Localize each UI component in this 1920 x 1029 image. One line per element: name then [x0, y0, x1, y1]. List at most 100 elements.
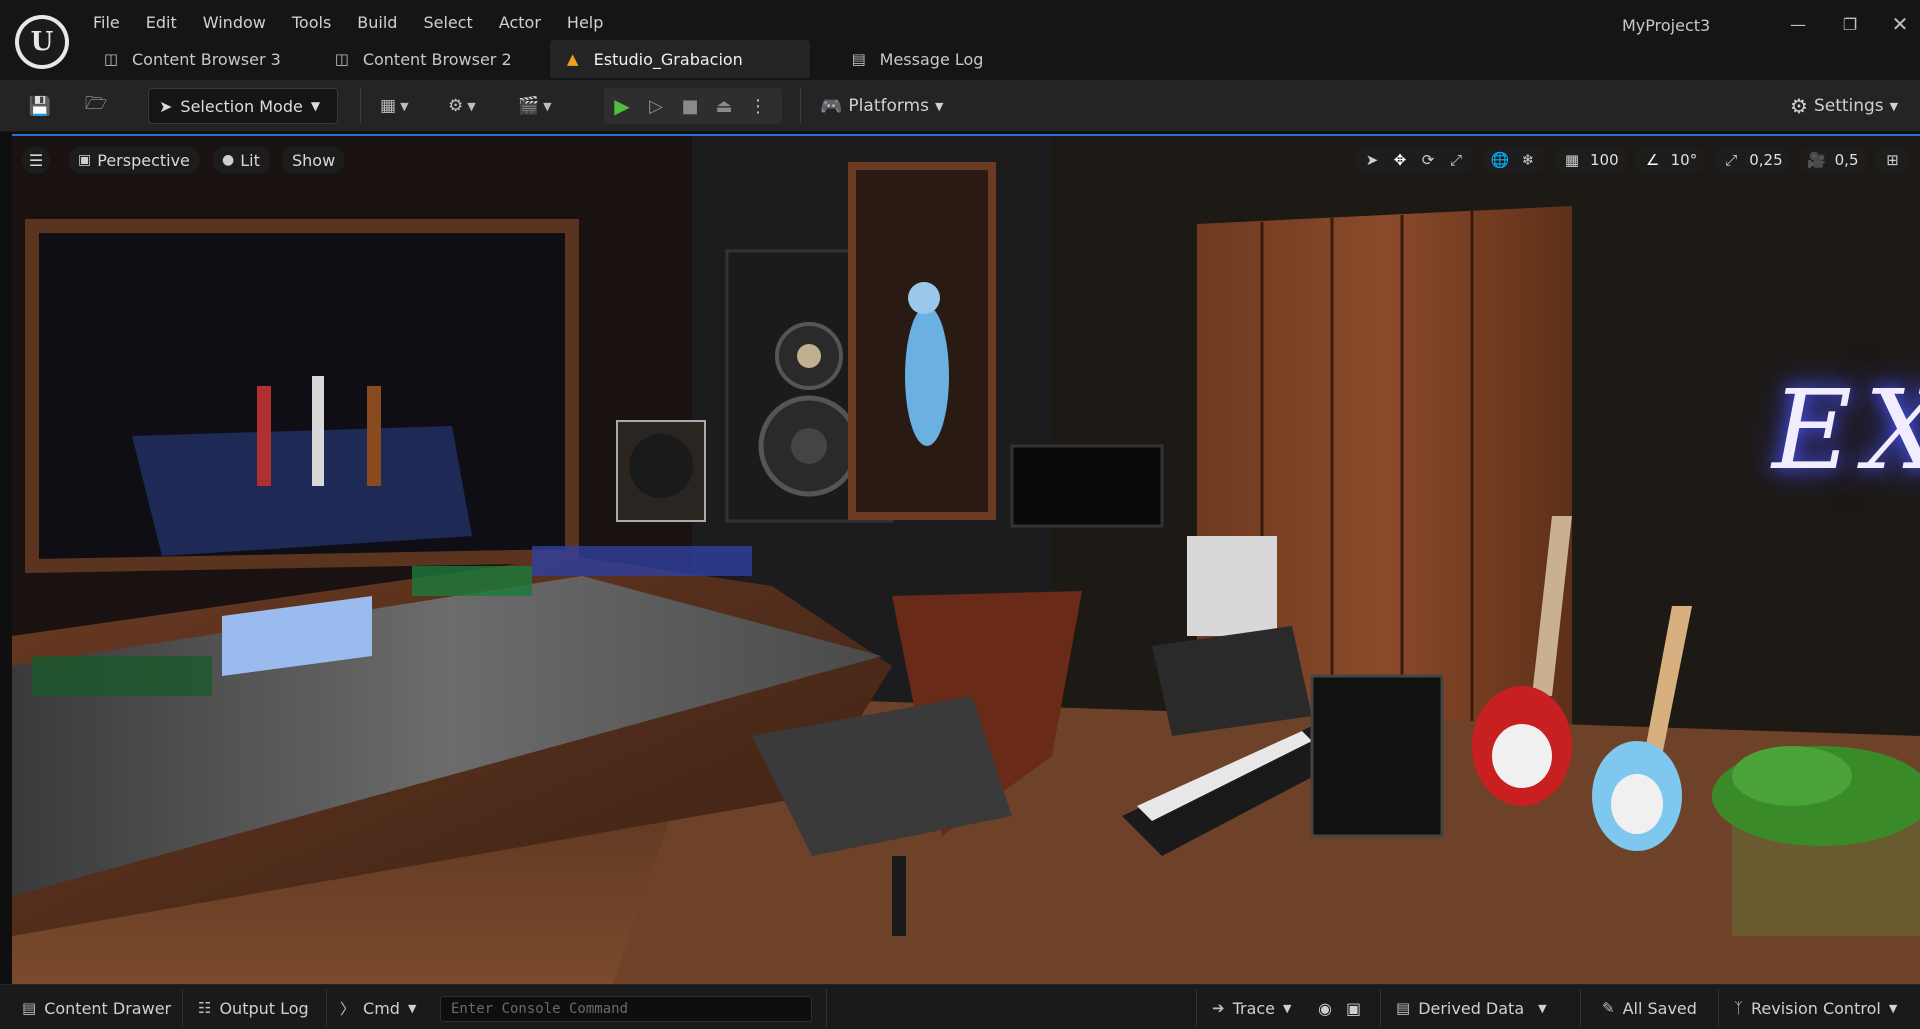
status-bar: ▤ Content Drawer ☷ Output Log 〉 Cmd ▼ ➔ …	[0, 984, 1920, 1029]
tab-label: Message Log	[879, 49, 984, 69]
menu-file[interactable]: File	[80, 10, 133, 38]
chevron-down-icon: ▼	[1889, 99, 1899, 113]
blueprints-button[interactable]: ⚙ ▼	[448, 90, 476, 122]
close-icon[interactable]: ✕	[1880, 10, 1920, 38]
tab-content-browser-2[interactable]: ◫ Content Browser 2	[319, 40, 524, 78]
viewport-layout-icon[interactable]: ⊞	[1879, 146, 1907, 174]
grid-snap-icon[interactable]: ▦	[1558, 146, 1586, 174]
play-icon[interactable]: ▶	[606, 90, 638, 122]
status-divider	[1718, 989, 1719, 1027]
hamburger-icon: ☰	[28, 150, 44, 170]
menu-actor[interactable]: Actor	[486, 10, 554, 38]
scale-snap-icon[interactable]: ⤢	[1717, 146, 1745, 174]
chevron-down-icon: ▼	[543, 99, 552, 113]
console-command-input[interactable]	[440, 996, 812, 1022]
transform-mode-group: ➤ ✥ ⟳ ⤢	[1354, 146, 1474, 174]
project-name: MyProject3	[1622, 16, 1711, 35]
menu-build[interactable]: Build	[344, 10, 410, 38]
all-saved-button[interactable]: ✎ All Saved	[1602, 993, 1697, 1023]
toolbar-divider	[800, 88, 801, 124]
output-log-label: Output Log	[219, 998, 309, 1018]
camera-speed-icon[interactable]: 🎥	[1803, 146, 1831, 174]
lit-button[interactable]: ● Lit	[212, 146, 270, 174]
chevron-down-icon: ▼	[310, 99, 321, 113]
stop-icon[interactable]: ■	[674, 90, 706, 122]
screenshot-icon[interactable]: ▣	[1346, 993, 1361, 1023]
menu-bar: File Edit Window Tools Build Select Acto…	[80, 10, 616, 38]
step-icon[interactable]: ▷	[640, 90, 672, 122]
chevron-down-icon: ▼	[467, 99, 476, 113]
derived-data-icon: ▤	[1396, 999, 1411, 1017]
chevron-down-icon: ▼	[407, 1001, 417, 1015]
settings-label: Settings	[1813, 96, 1884, 116]
scale-snap-group: ⤢ 0,25	[1713, 146, 1791, 174]
content-browser-icon: ◫	[103, 50, 119, 68]
browse-content-icon[interactable]: 🗁	[80, 90, 112, 122]
menu-select[interactable]: Select	[410, 10, 485, 38]
lit-label: Lit	[240, 150, 260, 170]
menu-window[interactable]: Window	[190, 10, 279, 38]
output-log-button[interactable]: ☷ Output Log	[198, 993, 309, 1023]
perspective-button[interactable]: ▣ Perspective	[68, 146, 200, 174]
chevron-down-icon: ▼	[1538, 1001, 1547, 1015]
tab-message-log[interactable]: ▤ Message Log	[836, 40, 996, 78]
content-drawer-label: Content Drawer	[44, 998, 172, 1018]
save-icon[interactable]: 💾	[24, 90, 56, 122]
show-button[interactable]: Show	[282, 146, 346, 174]
status-divider	[182, 989, 183, 1027]
selection-mode-dropdown[interactable]: ➤ Selection Mode ▼	[148, 88, 338, 124]
settings-dropdown[interactable]: ⚙ Settings ▼	[1790, 90, 1898, 122]
play-controls: ▶ ▷ ■ ⏏ ⋮	[604, 88, 782, 124]
scale-snap-value[interactable]: 0,25	[1745, 151, 1786, 169]
viewport-options-button[interactable]: ☰	[22, 146, 50, 174]
title-bar: U File Edit Window Tools Build Select Ac…	[0, 0, 1920, 80]
eject-icon[interactable]: ⏏	[708, 90, 740, 122]
camera-speed-value[interactable]: 0,5	[1831, 151, 1863, 169]
perspective-label: Perspective	[97, 150, 190, 170]
translate-tool-icon[interactable]: ✥	[1386, 146, 1414, 174]
sphere-icon: ●	[222, 152, 235, 168]
tab-estudio-grabacion[interactable]: ▲ Estudio_Grabacion	[549, 40, 810, 78]
platforms-dropdown[interactable]: 🎮 Platforms ▼	[820, 90, 943, 122]
scene-render	[12, 136, 1920, 984]
scale-tool-icon[interactable]: ⤢	[1442, 146, 1470, 174]
record-icon[interactable]: ◉	[1318, 993, 1332, 1023]
menu-tools[interactable]: Tools	[279, 10, 344, 38]
restore-icon[interactable]: ❐	[1830, 10, 1870, 38]
select-tool-icon[interactable]: ➤	[1358, 146, 1386, 174]
menu-edit[interactable]: Edit	[133, 10, 190, 38]
minimize-icon[interactable]: —	[1778, 10, 1818, 38]
gear-icon: ⚙	[1790, 94, 1808, 118]
gamepad-icon: 🎮	[820, 95, 843, 117]
grid-snap-value[interactable]: 100	[1586, 151, 1623, 169]
all-saved-label: All Saved	[1622, 998, 1697, 1018]
world-space-icon[interactable]: 🌐	[1486, 146, 1514, 174]
derived-data-dropdown[interactable]: ▤ Derived Data ▼	[1396, 993, 1547, 1023]
revision-control-dropdown[interactable]: ᛉ Revision Control ▼	[1734, 993, 1897, 1023]
selection-mode-label: Selection Mode	[180, 96, 303, 116]
cinematics-button[interactable]: 🎬 ▼	[518, 90, 552, 122]
rotation-snap-icon[interactable]: ∠	[1639, 146, 1667, 174]
more-options-icon[interactable]: ⋮	[742, 90, 774, 122]
viewport-transform-tools: ➤ ✥ ⟳ ⤢ 🌐 ❄ ▦ 100 ∠ 10° ⤢ 0,25 🎥 0,5 ⊞	[1354, 146, 1911, 174]
rotation-snap-value[interactable]: 10°	[1667, 151, 1702, 169]
surface-snap-icon[interactable]: ❄	[1514, 146, 1542, 174]
layout-group: ⊞	[1874, 146, 1911, 174]
level-viewport[interactable]: EX ☰ ▣ Perspective ● Lit Show ➤ ✥ ⟳ ⤢ 🌐 …	[12, 134, 1920, 984]
rotate-tool-icon[interactable]: ⟳	[1414, 146, 1442, 174]
add-actor-button[interactable]: ▦ ▼	[380, 90, 409, 122]
main-toolbar: 💾 🗁 ➤ Selection Mode ▼ ▦ ▼ ⚙ ▼ 🎬 ▼ ▶ ▷ ■ ⏏ …	[0, 80, 1920, 132]
add-actor-icon: ▦	[380, 96, 397, 116]
trace-dropdown[interactable]: ➔ Trace ▼	[1212, 993, 1292, 1023]
select-arrow-icon: ➤	[159, 96, 173, 116]
menu-help[interactable]: Help	[554, 10, 616, 38]
status-divider	[1380, 989, 1381, 1027]
cmd-dropdown[interactable]: 〉 Cmd ▼	[340, 993, 416, 1023]
unreal-logo-icon[interactable]: U	[15, 15, 69, 69]
rotation-snap-group: ∠ 10°	[1634, 146, 1706, 174]
trace-icon: ➔	[1212, 999, 1225, 1017]
content-browser-icon: ◫	[334, 50, 349, 68]
tab-content-browser-3[interactable]: ◫ Content Browser 3	[88, 40, 293, 78]
content-drawer-button[interactable]: ▤ Content Drawer	[22, 993, 171, 1023]
chevron-down-icon: ▼	[400, 99, 409, 113]
